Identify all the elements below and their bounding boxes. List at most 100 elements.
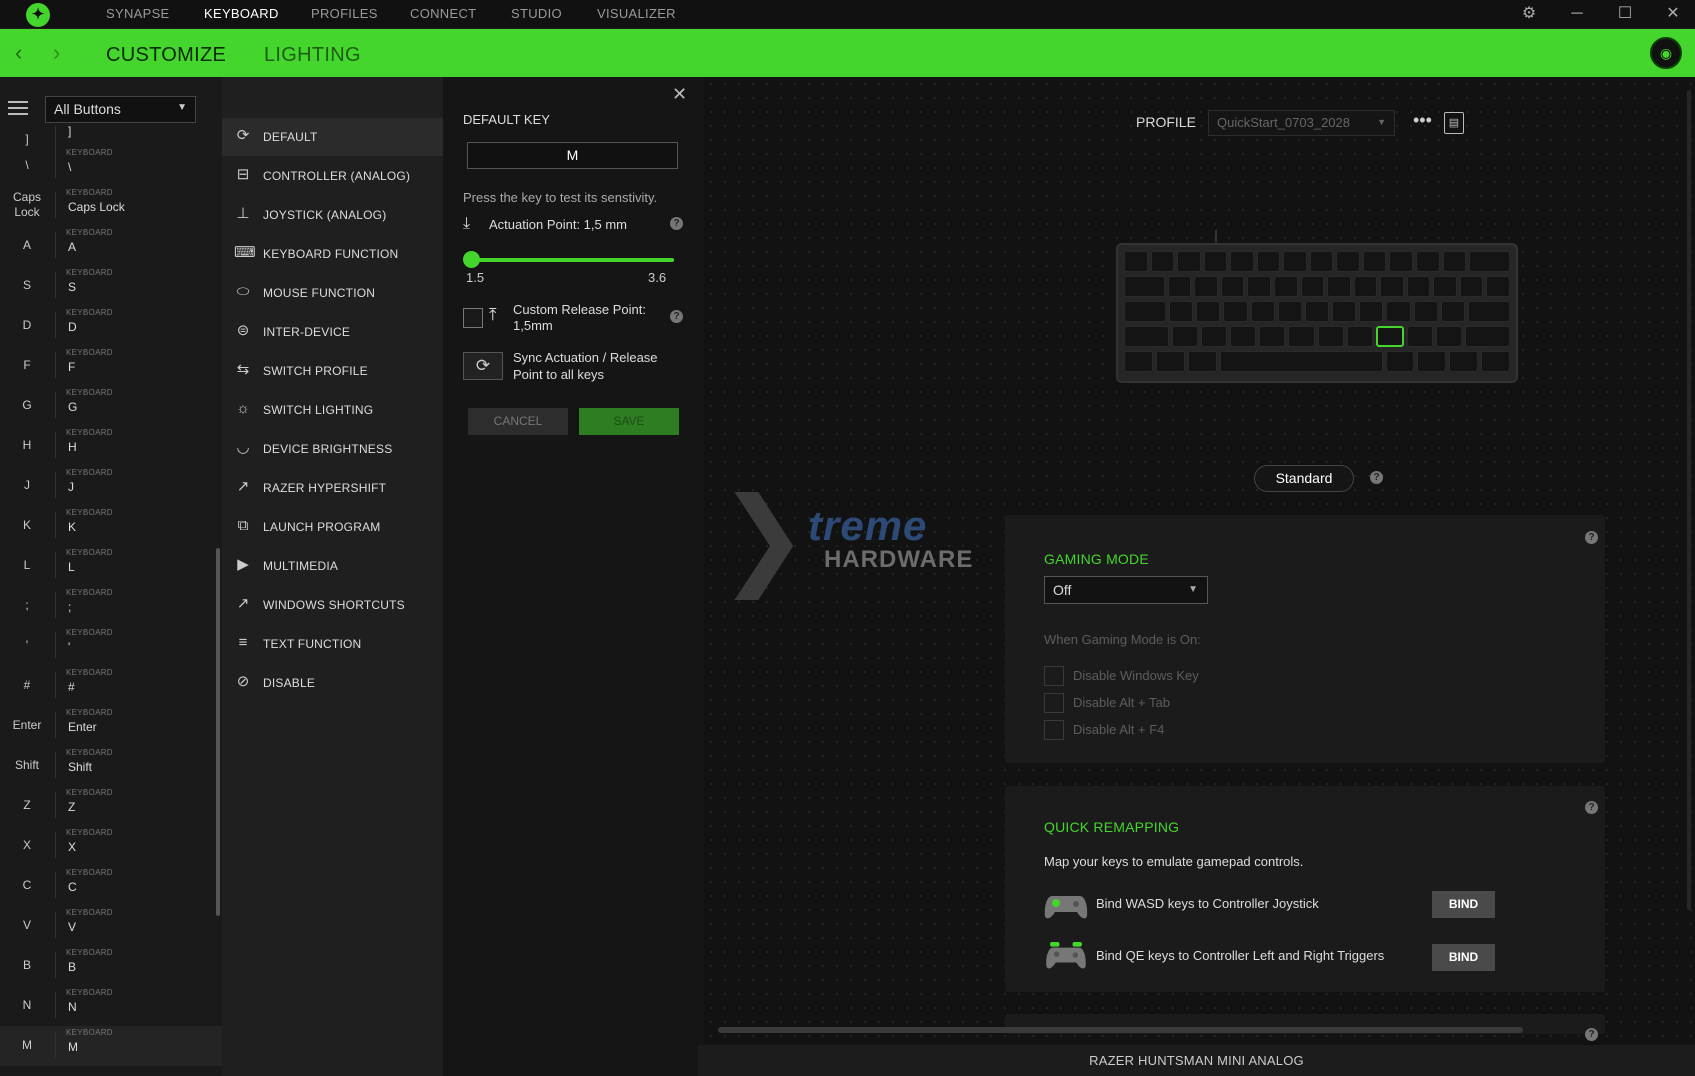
gaming-mode-help-icon[interactable]: ? — [1585, 531, 1598, 544]
key-filter-dropdown[interactable]: All Buttons ▼ — [45, 96, 196, 123]
bind-qe-button[interactable]: BIND — [1432, 944, 1495, 971]
keyboard-key[interactable] — [1449, 351, 1479, 372]
main-horizontal-scrollbar[interactable] — [718, 1027, 1523, 1033]
tab-lighting[interactable]: LIGHTING — [264, 44, 361, 67]
keyboard-key[interactable] — [1406, 276, 1431, 297]
maximize-icon[interactable]: ☐ — [1610, 0, 1640, 29]
forward-arrow-icon[interactable]: › — [53, 40, 60, 66]
actuation-help-icon[interactable]: ? — [670, 217, 683, 230]
keyboard-key[interactable] — [1187, 351, 1217, 372]
keyboard-key[interactable] — [1201, 326, 1228, 347]
keyboard-key[interactable] — [1250, 301, 1275, 322]
key-list-row[interactable]: M KEYBOARD M — [0, 1026, 222, 1066]
keyboard-key[interactable] — [1481, 351, 1510, 372]
menu-hamburger-icon[interactable] — [8, 101, 28, 117]
key-list-row[interactable]: X KEYBOARD X — [0, 826, 222, 866]
close-panel-icon[interactable]: ✕ — [672, 84, 687, 105]
keyboard-key[interactable] — [1442, 251, 1467, 272]
keyboard-key[interactable] — [1223, 301, 1248, 322]
cancel-button[interactable]: CANCEL — [468, 408, 568, 435]
function-text-function[interactable]: ≡ TEXT FUNCTION — [222, 625, 443, 663]
bind-wasd-button[interactable]: BIND — [1432, 891, 1495, 918]
keyboard-key[interactable] — [1256, 251, 1281, 272]
keyboard-key[interactable] — [1435, 326, 1462, 347]
keyboard-preview[interactable] — [1116, 243, 1518, 383]
function-joystick-analog[interactable]: ⊥ JOYSTICK (ANALOG) — [222, 196, 443, 234]
key-list-row[interactable]: G KEYBOARD G — [0, 386, 222, 426]
keyboard-key[interactable] — [1196, 301, 1221, 322]
keyboard-key[interactable] — [1230, 326, 1257, 347]
function-device-brightness[interactable]: ◡ DEVICE BRIGHTNESS — [222, 430, 443, 468]
keyboard-key[interactable] — [1417, 351, 1447, 372]
keyboard-key[interactable] — [1230, 251, 1254, 272]
key-list-row[interactable]: S KEYBOARD S — [0, 266, 222, 306]
tab-customize[interactable]: CUSTOMIZE — [106, 44, 226, 67]
actuation-slider-thumb[interactable] — [463, 251, 480, 268]
keyboard-key[interactable] — [1203, 251, 1228, 272]
keyboard-key[interactable] — [1283, 251, 1307, 272]
disable-alt-tab-checkbox[interactable] — [1044, 693, 1064, 713]
keyboard-key[interactable] — [1416, 251, 1440, 272]
onboard-memory-icon[interactable]: ▤ — [1444, 112, 1464, 134]
razer-logo-icon[interactable]: ✦ — [26, 3, 50, 27]
keyboard-key[interactable] — [1336, 251, 1360, 272]
function-disable[interactable]: ⊘ DISABLE — [222, 664, 443, 702]
more-options-icon[interactable]: ••• — [1413, 110, 1432, 131]
keyboard-key-selected[interactable] — [1375, 326, 1404, 347]
next-card-help-icon[interactable]: ? — [1585, 1028, 1598, 1041]
keyboard-key[interactable] — [1309, 251, 1334, 272]
nav-studio[interactable]: STUDIO — [511, 0, 562, 29]
keyboard-key[interactable] — [1155, 351, 1185, 372]
keyboard-key[interactable] — [1385, 351, 1415, 372]
key-list-row[interactable]: C KEYBOARD C — [0, 866, 222, 906]
function-launch-program[interactable]: ⧉ LAUNCH PROGRAM — [222, 508, 443, 546]
function-keyboard-function[interactable]: ⌨ KEYBOARD FUNCTION — [222, 235, 443, 273]
save-button[interactable]: SAVE — [579, 408, 679, 435]
keyboard-key[interactable] — [1359, 301, 1384, 322]
keyboard-key[interactable] — [1469, 251, 1510, 272]
gaming-mode-dropdown[interactable]: Off ▼ — [1044, 576, 1208, 604]
function-switch-lighting[interactable]: ☼ SWITCH LIGHTING — [222, 391, 443, 429]
key-list-row[interactable]: Shift KEYBOARD Shift — [0, 746, 222, 786]
key-list-row[interactable]: A KEYBOARD A — [0, 226, 222, 266]
nav-synapse[interactable]: SYNAPSE — [106, 0, 170, 29]
keyboard-key[interactable] — [1327, 276, 1351, 297]
keyboard-mode-button[interactable]: Standard — [1254, 465, 1354, 492]
keyboard-key[interactable] — [1273, 276, 1298, 297]
keyboard-key[interactable] — [1300, 276, 1325, 297]
keyboard-key[interactable] — [1459, 276, 1484, 297]
keyboard-key[interactable] — [1219, 351, 1383, 372]
keyboard-key[interactable] — [1247, 276, 1271, 297]
keyboard-key[interactable] — [1317, 326, 1344, 347]
keyboard-key[interactable] — [1413, 301, 1438, 322]
user-avatar[interactable]: ◉ — [1650, 37, 1682, 69]
actuation-slider-track[interactable] — [472, 258, 674, 262]
key-list-row[interactable]: N KEYBOARD N — [0, 986, 222, 1026]
keyboard-key[interactable] — [1468, 301, 1510, 322]
keyboard-key[interactable] — [1440, 301, 1465, 322]
keyboard-key[interactable] — [1124, 326, 1170, 347]
key-list-row[interactable]: V KEYBOARD V — [0, 906, 222, 946]
key-list-row[interactable]: ; KEYBOARD; — [0, 586, 222, 626]
key-list-row[interactable]: \ KEYBOARD \ — [0, 146, 222, 186]
disable-windows-key-checkbox[interactable] — [1044, 666, 1064, 686]
keyboard-key[interactable] — [1172, 326, 1199, 347]
key-list-row[interactable]: H KEYBOARD H — [0, 426, 222, 466]
key-list-row[interactable]: F KEYBOARD F — [0, 346, 222, 386]
minimize-icon[interactable]: ─ — [1562, 0, 1592, 29]
keyboard-key[interactable] — [1406, 326, 1433, 347]
key-list-row[interactable]: Caps Lock KEYBOARD Caps Lock — [0, 186, 222, 226]
quick-remapping-help-icon[interactable]: ? — [1585, 801, 1598, 814]
function-multimedia[interactable]: ▶ MULTIMEDIA — [222, 547, 443, 585]
keyboard-key[interactable] — [1124, 351, 1153, 372]
keyboard-key[interactable] — [1177, 251, 1201, 272]
keyboard-key[interactable] — [1167, 276, 1192, 297]
keyboard-key[interactable] — [1362, 251, 1387, 272]
function-controller-analog[interactable]: ⊟ CONTROLLER (ANALOG) — [222, 157, 443, 195]
keyboard-key[interactable] — [1168, 301, 1194, 322]
keyboard-key[interactable] — [1353, 276, 1378, 297]
main-vertical-scrollbar[interactable] — [1687, 90, 1691, 910]
nav-connect[interactable]: CONNECT — [410, 0, 476, 29]
key-list-row[interactable]: L KEYBOARD L — [0, 546, 222, 586]
keyboard-key[interactable] — [1486, 276, 1510, 297]
